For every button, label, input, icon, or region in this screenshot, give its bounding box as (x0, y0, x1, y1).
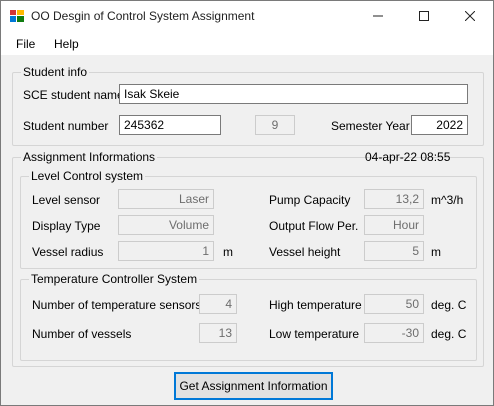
vessel-height-value: 5 (364, 241, 424, 261)
level-control-label: Level Control system (29, 169, 146, 183)
student-info-label: Student info (21, 65, 90, 79)
menu-file[interactable]: File (16, 37, 35, 51)
pump-capacity-label: Pump Capacity (269, 193, 351, 207)
num-vessels-label: Number of vessels (32, 327, 132, 341)
vessel-radius-value: 1 (118, 241, 214, 261)
vessel-radius-unit: m (223, 245, 233, 259)
high-temp-value: 50 (364, 294, 424, 314)
temp-sensors-value: 4 (199, 294, 237, 314)
high-temp-unit: deg. C (431, 298, 467, 312)
student-number-digit: 9 (255, 115, 295, 135)
low-temp-label: Low temperature (269, 327, 360, 341)
vessel-height-label: Vessel height (269, 245, 341, 259)
app-icon (10, 10, 24, 22)
student-number-label: Student number (23, 119, 109, 133)
minimize-icon (373, 15, 383, 17)
high-temp-label: High temperature (269, 298, 362, 312)
level-sensor-value: Laser (118, 189, 214, 209)
assignment-timestamp: 04-apr-22 08:55 (365, 150, 451, 164)
pump-capacity-value: 13,2 (364, 189, 424, 209)
level-sensor-label: Level sensor (32, 193, 101, 207)
vessel-height-unit: m (431, 245, 441, 259)
student-name-label: SCE student name (23, 88, 124, 102)
low-temp-unit: deg. C (431, 327, 467, 341)
num-vessels-value: 13 (199, 323, 237, 343)
menu-bar: File Help (1, 31, 493, 55)
display-type-label: Display Type (32, 219, 101, 233)
display-type-value: Volume (118, 215, 214, 235)
temperature-controller-group (20, 279, 477, 361)
app-window: OO Desgin of Control System Assignment F… (0, 0, 494, 406)
window-title: OO Desgin of Control System Assignment (31, 9, 255, 23)
temp-sensors-label: Number of temperature sensors (32, 298, 202, 312)
minimize-button[interactable] (355, 1, 401, 31)
pump-capacity-unit: m^3/h (431, 193, 464, 207)
output-flow-label: Output Flow Per. (269, 219, 359, 233)
low-temp-value: -30 (364, 323, 424, 343)
get-assignment-info-button[interactable]: Get Assignment Information (174, 372, 333, 400)
close-icon (465, 11, 475, 21)
close-button[interactable] (447, 1, 493, 31)
temperature-controller-label: Temperature Controller System (29, 272, 200, 286)
student-number-input[interactable]: 245362 (119, 115, 221, 135)
vessel-radius-label: Vessel radius (32, 245, 104, 259)
menu-help[interactable]: Help (54, 37, 79, 51)
assignment-info-label: Assignment Informations (21, 150, 158, 164)
semester-year-input[interactable]: 2022 (411, 115, 468, 135)
output-flow-value: Hour (364, 215, 424, 235)
maximize-button[interactable] (401, 1, 447, 31)
title-bar[interactable]: OO Desgin of Control System Assignment (1, 1, 493, 31)
semester-year-label: Semester Year (331, 119, 410, 133)
maximize-icon (419, 11, 429, 21)
student-name-input[interactable]: Isak Skeie (119, 84, 468, 104)
